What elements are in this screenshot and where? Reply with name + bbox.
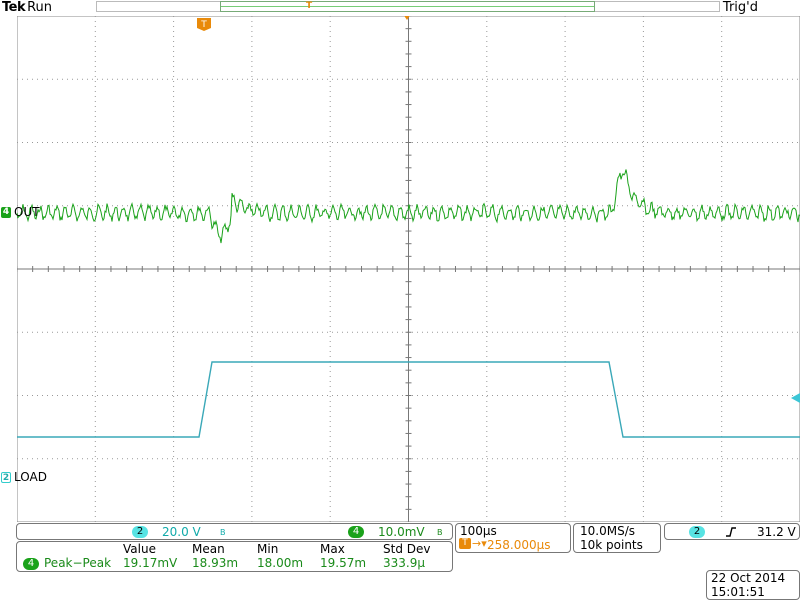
meas-header-min: Min	[257, 542, 279, 556]
acquisition-panel[interactable]: 10.0MS/s 10k points	[573, 523, 661, 553]
meas-name: Peak−Peak	[44, 556, 112, 570]
record-view-window[interactable]	[220, 1, 595, 12]
meas-header-mean: Mean	[192, 542, 225, 556]
waveform-graticule[interactable]: T	[17, 16, 800, 522]
ch4-ground-marker-icon: 4	[1, 207, 11, 218]
time-position: 258.000µs	[487, 538, 551, 552]
trigger-panel[interactable]: 2 31.2 V	[664, 523, 800, 540]
trigger-source: 2	[689, 526, 705, 538]
meas-value: 19.17mV	[123, 556, 178, 570]
trigger-point-marker-icon: T	[306, 1, 313, 11]
ch2-scale: 20.0 V	[162, 525, 201, 539]
meas-header-stddev: Std Dev	[383, 542, 431, 556]
trigger-time-marker-label: T	[200, 20, 207, 30]
ch4-label-text: OUT	[14, 205, 40, 219]
sample-rate: 10.0MS/s	[580, 524, 635, 538]
timebase-panel[interactable]: 100µs T →▾ 258.000µs	[455, 523, 571, 553]
ch2-bandwidth-icon: B	[220, 528, 226, 537]
vertical-scale-panel[interactable]: 2 20.0 V B 4 10.0mV B	[16, 523, 453, 540]
ch4-scale: 10.0mV	[378, 525, 425, 539]
status-bar: Tek Run T Trig'd	[0, 0, 800, 16]
ch2-label[interactable]: 2 LOAD	[1, 471, 47, 484]
ch4-indicator: 4	[348, 526, 364, 538]
ch4-bandwidth-icon: B	[437, 528, 443, 537]
ch2-indicator: 2	[132, 526, 148, 538]
date-text: 22 Oct 2014	[711, 571, 786, 585]
ch2-label-text: LOAD	[14, 470, 47, 484]
meas-min: 18.00m	[257, 556, 304, 570]
brand-name: Tek	[2, 0, 26, 15]
meas-max: 19.57m	[320, 556, 367, 570]
trigger-position-icon: T	[459, 538, 471, 549]
meas-header-value: Value	[123, 542, 156, 556]
rising-edge-icon	[726, 527, 736, 537]
meas-stddev: 333.9µ	[383, 556, 425, 570]
trigger-status: Trig'd	[722, 0, 758, 15]
meas-header-max: Max	[320, 542, 345, 556]
meas-mean: 18.93m	[192, 556, 239, 570]
datetime-panel: 22 Oct 2014 15:01:51	[706, 570, 800, 600]
time-scale: 100µs	[460, 524, 497, 538]
run-state: Run	[27, 0, 53, 15]
brand-logo: Tek Run	[2, 0, 52, 15]
record-length: 10k points	[580, 538, 643, 552]
ch2-ground-marker-icon: 2	[1, 472, 11, 483]
time-text: 15:01:51	[711, 585, 765, 599]
ch4-label[interactable]: 4 OUT	[1, 206, 40, 219]
measurement-panel[interactable]: Value Mean Min Max Std Dev 4 Peak−Peak 1…	[16, 541, 453, 572]
trigger-level: 31.2 V	[757, 525, 796, 539]
position-arrow-icon: →▾	[472, 537, 487, 550]
meas-channel-indicator: 4	[23, 558, 39, 570]
